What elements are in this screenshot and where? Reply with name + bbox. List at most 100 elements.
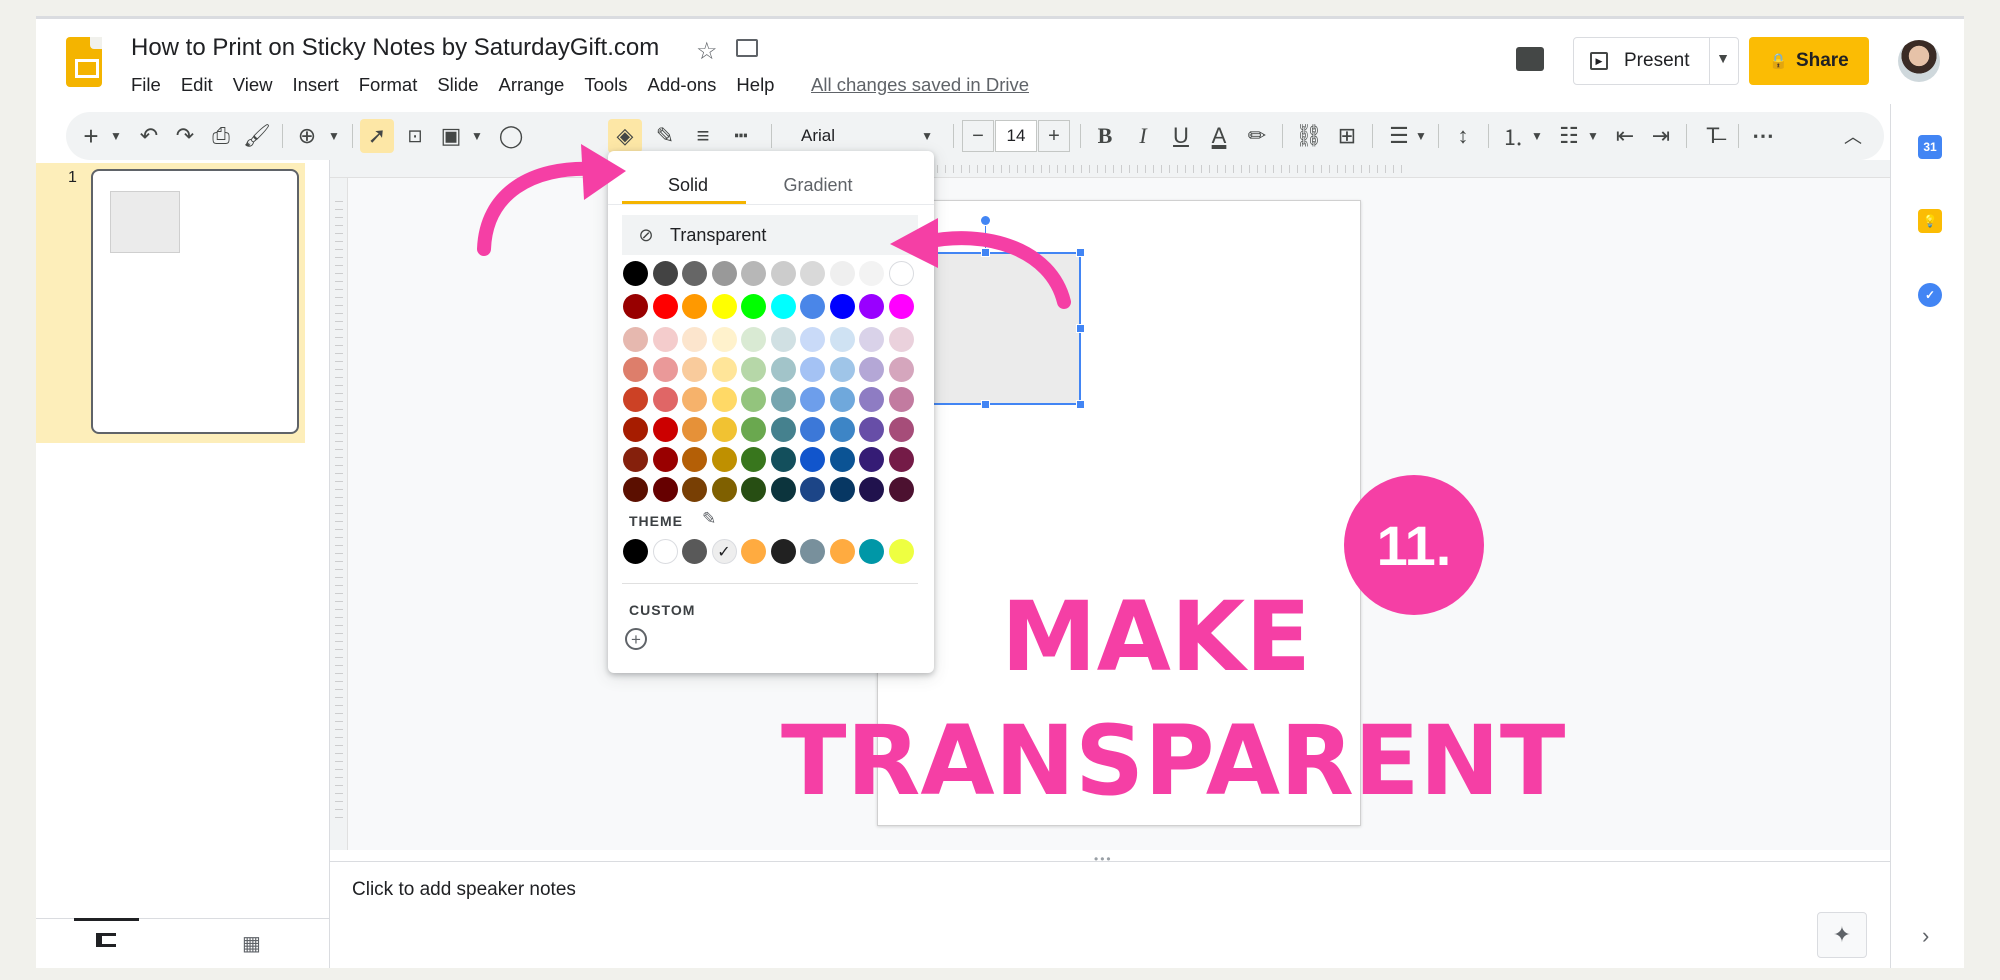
color-swatch[interactable]	[741, 357, 766, 382]
color-swatch[interactable]	[800, 357, 825, 382]
color-swatch[interactable]	[888, 447, 914, 472]
keep-icon[interactable]: 💡	[1918, 209, 1942, 233]
zoom-dropdown-icon[interactable]: ▼	[324, 112, 344, 160]
present-button[interactable]: ▶ Present ▼	[1573, 37, 1739, 85]
color-swatch[interactable]	[652, 417, 678, 442]
color-swatch[interactable]	[800, 417, 825, 442]
italic-icon[interactable]: I	[1126, 112, 1160, 160]
theme-color-swatch[interactable]	[652, 539, 678, 564]
color-swatch[interactable]	[711, 261, 737, 286]
link-icon[interactable]: ⛓	[1292, 112, 1326, 160]
add-custom-color-icon[interactable]: +	[625, 628, 647, 650]
color-swatch[interactable]	[682, 477, 707, 502]
line-spacing-icon[interactable]: ↕	[1446, 112, 1480, 160]
theme-color-swatch[interactable]	[741, 539, 766, 564]
resize-handle[interactable]	[1076, 324, 1085, 333]
present-options-icon[interactable]: ▼	[1716, 50, 1730, 66]
print-icon[interactable]: ⎙	[204, 112, 238, 160]
color-swatch[interactable]	[652, 387, 678, 412]
new-slide-dropdown-icon[interactable]: ▼	[106, 112, 126, 160]
menu-edit[interactable]: Edit	[181, 74, 213, 96]
explore-button[interactable]: ✦	[1817, 912, 1867, 958]
color-swatch[interactable]	[741, 327, 766, 352]
color-swatch[interactable]	[711, 387, 737, 412]
speaker-notes-panel[interactable]	[330, 861, 1890, 968]
color-swatch[interactable]	[800, 477, 825, 502]
decrease-indent-icon[interactable]: ⇤	[1608, 112, 1642, 160]
font-size-input[interactable]: 14	[995, 120, 1037, 152]
color-swatch[interactable]	[859, 327, 884, 352]
edit-theme-icon[interactable]: ✎	[702, 509, 716, 529]
highlight-icon[interactable]: ✏	[1240, 112, 1274, 160]
color-swatch[interactable]	[652, 447, 678, 472]
color-swatch[interactable]	[623, 327, 648, 352]
color-swatch[interactable]	[859, 357, 884, 382]
color-swatch[interactable]	[770, 387, 796, 412]
color-swatch[interactable]	[888, 357, 914, 382]
color-swatch[interactable]	[800, 294, 825, 319]
numbered-list-dropdown-icon[interactable]: ▼	[1528, 112, 1546, 160]
menu-help[interactable]: Help	[736, 74, 774, 96]
transparent-option[interactable]: ⊘ Transparent	[622, 215, 918, 255]
account-avatar[interactable]	[1898, 40, 1940, 82]
theme-color-swatch-selected[interactable]: ✓	[711, 539, 737, 564]
undo-icon[interactable]: ↶	[132, 112, 166, 160]
color-swatch[interactable]	[623, 387, 648, 412]
clear-formatting-icon[interactable]: T̶	[1696, 112, 1730, 160]
color-swatch[interactable]	[623, 294, 648, 319]
align-icon[interactable]: ☰	[1382, 112, 1416, 160]
color-swatch[interactable]	[888, 477, 914, 502]
tab-gradient[interactable]: Gradient	[756, 175, 880, 196]
color-swatch[interactable]	[770, 327, 796, 352]
theme-color-swatch[interactable]	[682, 539, 707, 564]
color-swatch[interactable]	[711, 357, 737, 382]
move-folder-icon[interactable]	[736, 39, 758, 57]
more-options-icon[interactable]: ⋯	[1746, 112, 1780, 160]
color-swatch[interactable]	[829, 327, 855, 352]
color-swatch[interactable]	[800, 261, 825, 286]
color-swatch[interactable]	[770, 357, 796, 382]
resize-handle[interactable]	[981, 400, 990, 409]
comments-icon[interactable]	[1516, 47, 1544, 71]
bulleted-list-icon[interactable]: ☷	[1552, 112, 1586, 160]
color-swatch[interactable]	[829, 477, 855, 502]
color-swatch[interactable]	[682, 294, 707, 319]
color-swatch[interactable]	[770, 447, 796, 472]
theme-color-swatch[interactable]	[859, 539, 884, 564]
color-swatch[interactable]	[652, 477, 678, 502]
menu-format[interactable]: Format	[359, 74, 418, 96]
theme-color-swatch[interactable]	[770, 539, 796, 564]
color-swatch[interactable]	[859, 261, 884, 286]
color-swatch[interactable]	[623, 477, 648, 502]
color-swatch[interactable]	[770, 477, 796, 502]
theme-color-swatch[interactable]	[623, 539, 648, 564]
menu-arrange[interactable]: Arrange	[498, 74, 564, 96]
color-swatch[interactable]	[829, 294, 855, 319]
theme-color-swatch[interactable]	[829, 539, 855, 564]
tab-solid[interactable]: Solid	[626, 175, 750, 196]
color-swatch[interactable]	[682, 387, 707, 412]
color-swatch[interactable]	[741, 261, 766, 286]
underline-icon[interactable]: U	[1164, 112, 1198, 160]
color-swatch[interactable]	[623, 261, 648, 286]
menu-insert[interactable]: Insert	[292, 74, 338, 96]
text-box-icon[interactable]: ⊡	[398, 112, 432, 160]
paint-format-icon[interactable]: 🖌	[240, 112, 274, 160]
theme-color-swatch[interactable]	[888, 539, 914, 564]
color-swatch[interactable]	[652, 357, 678, 382]
resize-handle[interactable]	[1076, 400, 1085, 409]
theme-color-swatch[interactable]	[800, 539, 825, 564]
increase-indent-icon[interactable]: ⇥	[1644, 112, 1678, 160]
color-swatch[interactable]	[770, 261, 796, 286]
color-swatch[interactable]	[829, 387, 855, 412]
color-swatch[interactable]	[888, 327, 914, 352]
color-swatch[interactable]	[682, 261, 707, 286]
color-swatch[interactable]	[770, 417, 796, 442]
color-swatch[interactable]	[623, 447, 648, 472]
text-color-icon[interactable]: A	[1202, 112, 1236, 160]
color-swatch[interactable]	[888, 387, 914, 412]
document-title[interactable]: How to Print on Sticky Notes by Saturday…	[131, 34, 659, 62]
color-swatch[interactable]	[859, 294, 884, 319]
color-swatch[interactable]	[741, 477, 766, 502]
color-swatch[interactable]	[623, 417, 648, 442]
